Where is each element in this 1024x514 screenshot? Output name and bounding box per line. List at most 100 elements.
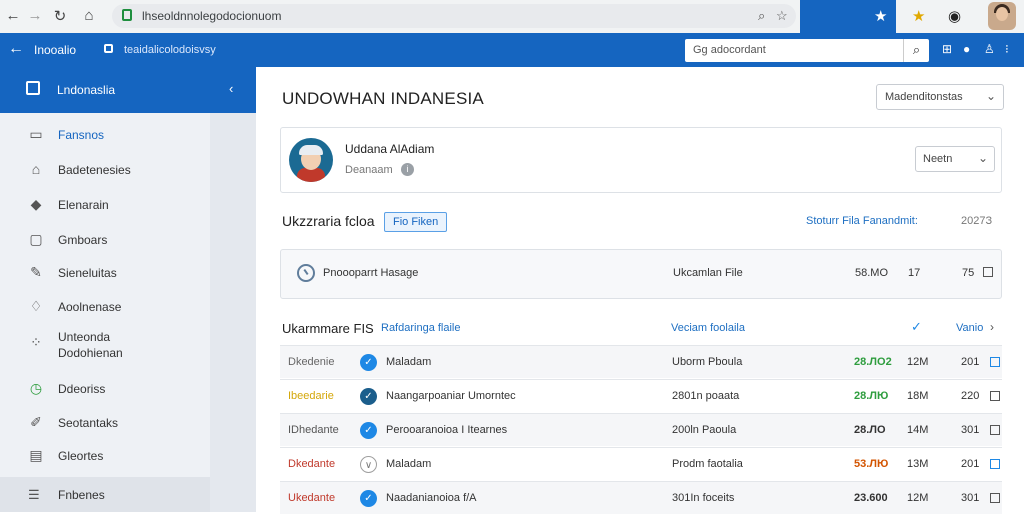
profile-role: Deanaam — [345, 164, 393, 176]
row-status: Ibeedarie — [288, 390, 334, 402]
file-number: 75 — [962, 267, 975, 279]
row-size: 12M — [907, 492, 929, 504]
column-header-link[interactable]: Veciam foolaila — [671, 322, 745, 334]
profile-avatar[interactable] — [988, 2, 1016, 30]
sidebar: Lndonaslia ‹ ▭ Fansnos ⌂ Badetenesies ◆ … — [0, 67, 256, 512]
table-row[interactable]: Dkedenie ✓ Maladam Uborm Pboula 28.ЛО2 12M 201 — [280, 345, 1002, 378]
row-status: Ukedante — [288, 492, 336, 504]
back-arrow-icon[interactable]: ← — [8, 40, 24, 58]
chat-icon: ▢ — [29, 231, 43, 247]
home-icon[interactable]: ⌂ — [80, 7, 98, 24]
grid-icon[interactable]: ⊞ — [942, 42, 952, 56]
sidebar-item-4[interactable]: ✎ Sieneluitas — [0, 256, 210, 288]
bird-icon[interactable]: ✓ — [911, 319, 922, 335]
extension-circle-icon[interactable]: ◉ — [948, 7, 961, 25]
edit-icon: ✐ — [30, 414, 42, 430]
user-icon[interactable]: ♙ — [984, 42, 995, 56]
filter-chip-button[interactable]: Fio Fiken — [384, 212, 448, 232]
extension-star-icon[interactable]: ★ — [912, 7, 925, 25]
row-name: Maladam — [386, 356, 432, 368]
row-status-icon: ✓ — [360, 490, 377, 507]
menu-list-icon: ☰ — [28, 487, 40, 502]
row-checkbox[interactable] — [990, 357, 1000, 367]
star-icon[interactable]: ★ — [874, 7, 887, 25]
highlight-file-card[interactable]: Pnoooparrt Hasage Ukcamlan File 58.МО 17… — [280, 249, 1002, 299]
table-row[interactable]: Dkedante ∨ Maladam Prodm faotalia 53.ЛЮ 13M 20… — [280, 447, 1002, 480]
avatar — [289, 138, 333, 182]
section-link[interactable]: Rafdaringa flaile — [381, 322, 461, 334]
sidebar-item-3[interactable]: ▢ Gmboars — [0, 223, 210, 255]
search-input[interactable]: Gg adocordant ⌕ — [685, 39, 929, 62]
section-link[interactable]: Stoturr Fila Fanandmit: — [806, 215, 918, 227]
url-text: lhseoldnnolegodocionuom — [142, 9, 282, 23]
file-type: Ukcamlan File — [673, 267, 743, 279]
search-icon[interactable]: ⌕ — [758, 8, 765, 24]
profile-select-dropdown[interactable]: Neetn ⌄ — [915, 146, 995, 172]
row-value: 28.ЛЮ — [854, 390, 889, 402]
section-title: Ukarmmare FIS — [282, 321, 374, 336]
forward-arrow-icon[interactable]: → — [26, 7, 44, 24]
sidebar-item-7[interactable]: ◷ Ddeoriss — [0, 372, 210, 404]
row-checkbox[interactable] — [990, 425, 1000, 435]
apps-icon[interactable]: ⁝ — [1005, 42, 1009, 56]
row-status-icon: ✓ — [360, 422, 377, 439]
select-value: Madenditonstas — [885, 91, 963, 103]
settings-icon[interactable]: ● — [963, 42, 970, 56]
sidebar-item-label: Aoolnenase — [58, 300, 122, 314]
row-number: 201 — [961, 356, 980, 368]
row-status: Dkedenie — [288, 356, 335, 368]
row-checkbox[interactable] — [990, 459, 1000, 469]
row-type: 200ln Paoula — [672, 424, 737, 436]
info-icon[interactable]: i — [401, 163, 414, 176]
flame-icon: ♢ — [29, 298, 43, 314]
row-size: 18M — [907, 390, 929, 402]
collapse-chevron-icon[interactable]: ‹ — [229, 81, 233, 96]
tag-icon: ◆ — [30, 196, 42, 212]
address-bar[interactable]: lhseoldnnolegodocionuom ⌕ ☆ — [112, 4, 796, 28]
back-arrow-icon[interactable]: ← — [4, 7, 22, 24]
row-name: Perooaranoioa I Itearnes — [386, 424, 508, 436]
file-checkbox[interactable] — [983, 267, 993, 277]
sidebar-item-label: Sieneluitas — [58, 266, 117, 280]
column-header-link[interactable]: Vanio — [956, 322, 983, 334]
chevron-right-icon[interactable]: › — [990, 320, 994, 334]
sidebar-header-label: Lndonaslia — [57, 83, 116, 97]
bookmark-star-icon[interactable]: ☆ — [776, 8, 788, 24]
row-status: IDhedante — [288, 424, 339, 436]
row-checkbox[interactable] — [990, 493, 1000, 503]
row-checkbox[interactable] — [990, 391, 1000, 401]
reload-icon[interactable]: ↻ — [51, 7, 69, 25]
table-row[interactable]: Ukedante ✓ Naadanianoioa f/A 301In foceits 2… — [280, 481, 1002, 514]
row-number: 201 — [961, 458, 980, 470]
row-number: 220 — [961, 390, 980, 402]
sidebar-item-5[interactable]: ♢ Aoolnenase — [0, 290, 210, 322]
row-number: 301 — [961, 424, 980, 436]
sidebar-item-label: Badetenesies — [58, 163, 131, 177]
chevron-down-icon: ⌄ — [977, 151, 988, 165]
breadcrumb[interactable]: teaidalicolodoisvsy — [124, 44, 216, 56]
row-size: 14M — [907, 424, 929, 436]
sidebar-item-8[interactable]: ✐ Seotantaks — [0, 406, 210, 438]
table-row[interactable]: Ibeedarie ✓ Naangarpoaniar Umorntec 2801n p… — [280, 379, 1002, 412]
file-value: 58.МО — [855, 267, 889, 279]
table-row[interactable]: IDhedante ✓ Perooaranoioa I Itearnes 200ln … — [280, 413, 1002, 446]
top-select-dropdown[interactable]: Madenditonstas ⌄ — [876, 84, 1004, 110]
row-value: 28.ЛО2 — [854, 356, 892, 368]
sidebar-item-label: Fansnos — [58, 128, 105, 142]
sidebar-header[interactable]: Lndonaslia ‹ — [0, 67, 256, 113]
sidebar-item-6[interactable]: ⁘ Unteonda Dodohienan — [0, 324, 210, 360]
document-icon: ▤ — [29, 447, 43, 463]
sidebar-item-2[interactable]: ◆ Elenarain — [0, 188, 210, 220]
lock-icon — [122, 9, 132, 21]
main-content: UNDOWHAN INDANESIA Madenditonstas ⌄ Udda… — [256, 67, 1024, 514]
select-value: Neetn — [923, 153, 953, 165]
browser-toolbar: ← → ↻ ⌂ lhseoldnnolegodocionuom ⌕ ☆ ★ ★ … — [0, 0, 1024, 33]
sidebar-item-0[interactable]: ▭ Fansnos — [0, 118, 210, 150]
search-icon[interactable]: ⌕ — [903, 39, 929, 62]
sidebar-item-1[interactable]: ⌂ Badetenesies — [0, 153, 210, 185]
sidebar-item-9[interactable]: ▤ Gleortes — [0, 439, 210, 471]
sidebar-footer[interactable]: ☰ Fnbenes — [0, 477, 210, 512]
profile-name: Uddana AlAdiam — [345, 142, 435, 156]
section-count: 2027З — [961, 215, 993, 227]
row-value: 23.600 — [854, 492, 888, 504]
